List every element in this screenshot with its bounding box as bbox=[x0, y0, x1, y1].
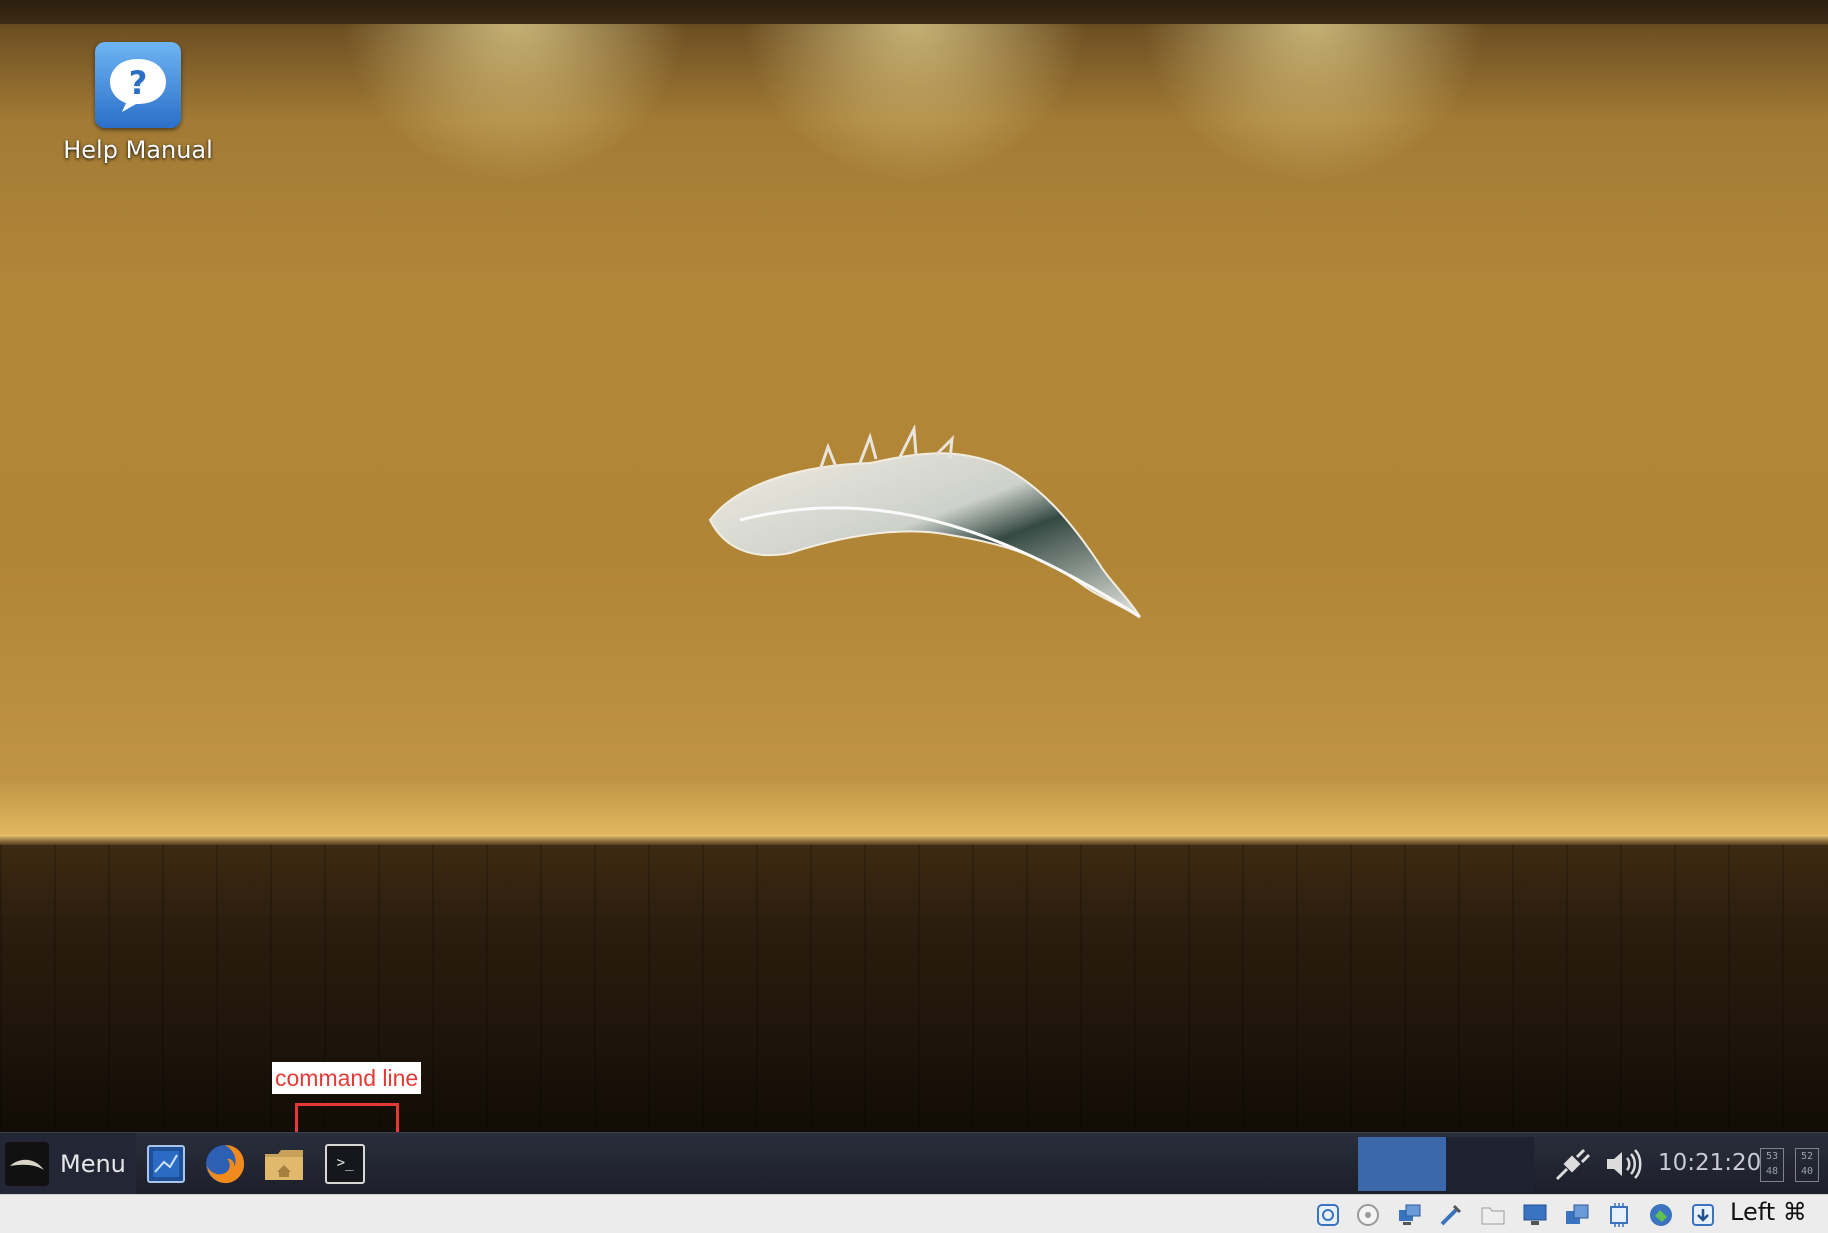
netmon-value: 52 bbox=[1800, 1151, 1814, 1162]
menu-button[interactable]: Menu bbox=[0, 1133, 136, 1195]
terminal-prompt-glyph: >_ bbox=[336, 1155, 354, 1171]
firefox-icon bbox=[206, 1145, 245, 1184]
mouse-integration-icon[interactable] bbox=[1690, 1202, 1716, 1228]
terminal-launcher[interactable]: >_ bbox=[323, 1142, 367, 1186]
svg-text:?: ? bbox=[129, 64, 148, 102]
home-folder-icon bbox=[265, 1150, 303, 1180]
network-adapter-icon[interactable] bbox=[1397, 1202, 1423, 1228]
netmon-value: 48 bbox=[1765, 1166, 1779, 1177]
monitor-app-icon bbox=[147, 1145, 185, 1183]
wallpaper-top-band bbox=[0, 0, 1828, 24]
annotation-highlight-box bbox=[295, 1103, 399, 1132]
netmon-value: 40 bbox=[1800, 1166, 1814, 1177]
usb-icon[interactable] bbox=[1438, 1202, 1464, 1228]
desktop-icon-help-manual[interactable]: ? Help Manual bbox=[58, 42, 218, 164]
desktop-icon-label: Help Manual bbox=[63, 136, 213, 164]
network-monitor-2[interactable]: 52 40 bbox=[1795, 1148, 1819, 1182]
hard-disk-icon[interactable] bbox=[1315, 1202, 1341, 1228]
desktop: ? Help Manual command line bbox=[0, 0, 1828, 1132]
taskbar: Menu >_ 10:21:20 53 48 52 40 bbox=[0, 1132, 1828, 1195]
cpu-icon[interactable] bbox=[1606, 1202, 1632, 1228]
network-monitor-1[interactable]: 53 48 bbox=[1760, 1148, 1784, 1182]
clock[interactable]: 10:21:20 bbox=[1658, 1150, 1761, 1176]
display-icon[interactable] bbox=[1522, 1202, 1548, 1228]
home-folder-launcher[interactable] bbox=[262, 1142, 306, 1186]
host-key-label: Left ⌘ bbox=[1730, 1198, 1807, 1226]
host-status-bar: Left ⌘ bbox=[0, 1194, 1828, 1233]
annotation-label: command line bbox=[272, 1062, 422, 1094]
shared-folder-icon[interactable] bbox=[1480, 1202, 1506, 1228]
guest-additions-icon[interactable] bbox=[1648, 1202, 1674, 1228]
workspace-2-button[interactable] bbox=[1446, 1137, 1534, 1191]
help-question-icon: ? bbox=[95, 42, 181, 128]
volume-icon[interactable] bbox=[1604, 1147, 1644, 1181]
optical-drive-icon[interactable] bbox=[1355, 1202, 1381, 1228]
workspace-1-button[interactable] bbox=[1358, 1137, 1446, 1191]
feather-wallpaper-image bbox=[708, 425, 1141, 619]
netmon-value: 53 bbox=[1765, 1151, 1779, 1162]
menu-label: Menu bbox=[60, 1150, 126, 1178]
firefox-launcher[interactable] bbox=[203, 1142, 247, 1186]
wallpaper-wall bbox=[0, 0, 1828, 845]
network-icon[interactable] bbox=[1553, 1147, 1593, 1181]
feather-logo-icon bbox=[5, 1142, 49, 1186]
screen-capture-icon[interactable] bbox=[1564, 1202, 1590, 1228]
monitor-app-launcher[interactable] bbox=[144, 1142, 188, 1186]
terminal-icon: >_ bbox=[325, 1144, 365, 1184]
